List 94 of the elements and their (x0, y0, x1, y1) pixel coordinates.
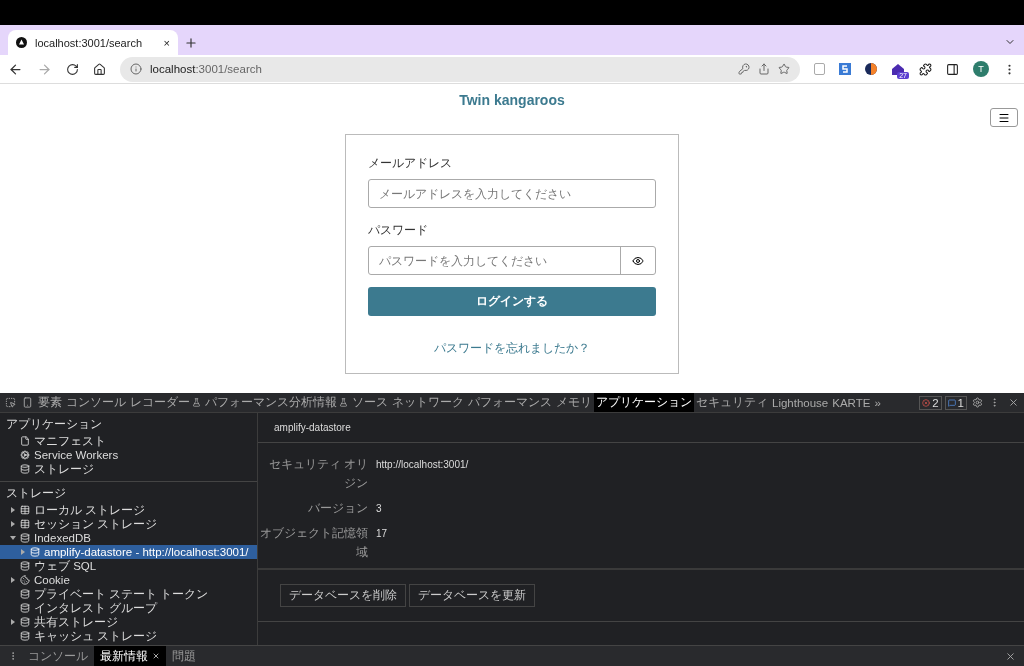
message-count[interactable]: 1 (944, 395, 967, 410)
bookmark-star-icon[interactable] (778, 63, 790, 75)
url-text: localhost:3001/search (150, 63, 262, 75)
sidebar-item[interactable]: amplify-datastore - http://localhost:3001/ (0, 545, 257, 559)
address-bar[interactable]: localhost:3001/search (120, 56, 800, 82)
menu-icon (998, 111, 1010, 124)
devtools-tab[interactable]: パフォーマンス分析情報 (203, 393, 350, 412)
field-value: http://localhost:3001/ (376, 458, 470, 472)
devtools-tab[interactable]: アプリケーション (594, 393, 694, 412)
browser-tab[interactable]: localhost:3001/search × (8, 30, 178, 55)
devtools-tab[interactable]: メモリ (554, 393, 594, 412)
table-icon (20, 519, 30, 529)
collapsed-arrow-icon[interactable] (10, 507, 16, 513)
devtools-tab[interactable]: 要素 (36, 393, 64, 412)
gears-icon (20, 450, 30, 460)
sidebar-item[interactable]: プライベート ステート トークン (0, 587, 257, 601)
back-icon[interactable] (8, 61, 23, 77)
database-icon (20, 617, 30, 627)
section-title: ストレージ (5, 486, 67, 501)
database-icon (20, 589, 30, 599)
message-icon (947, 398, 956, 407)
devtools-tab[interactable]: レコーダー (128, 393, 203, 412)
drawer-tab[interactable]: 最新情報 (94, 646, 166, 666)
menu-button[interactable] (990, 108, 1018, 127)
new-tab-icon[interactable] (184, 36, 198, 50)
collapsed-arrow-icon[interactable] (10, 521, 16, 527)
sidebar-item[interactable]: キャッシュ ストレージ (0, 629, 257, 643)
forgot-password-link[interactable]: パスワードを忘れましたか？ (434, 340, 590, 357)
database-icon (20, 533, 30, 543)
devtools-tab[interactable]: Lighthouse (770, 393, 831, 412)
devtools-tab[interactable]: コンソール (64, 393, 128, 412)
field-label: バージョン (307, 501, 368, 516)
extension-icon[interactable] (865, 63, 877, 75)
info-icon (130, 63, 142, 75)
sidebar-item[interactable]: マニフェスト (0, 434, 257, 448)
share-icon[interactable] (758, 63, 770, 75)
tab-title: localhost:3001/search (35, 36, 143, 49)
field-value: 3 (376, 502, 383, 516)
file-icon (20, 436, 30, 446)
error-icon (922, 398, 931, 407)
devtools-tab[interactable]: KARTE (830, 393, 873, 412)
collapsed-arrow-icon[interactable] (10, 619, 16, 625)
devtools-tab[interactable]: パフォーマンス (466, 393, 554, 412)
drawer-tab[interactable]: 問題 (166, 646, 202, 666)
error-count[interactable]: 2 (919, 395, 942, 410)
devtools-tab[interactable]: セキュリティ (694, 393, 770, 412)
close-tab-button[interactable]: × (163, 36, 170, 49)
home-icon[interactable] (93, 62, 106, 76)
flask-icon (192, 398, 201, 407)
database-button[interactable]: データベースを削除 (280, 584, 406, 607)
email-field[interactable]: メールアドレスを入力してください (368, 179, 656, 208)
devtools-tab[interactable]: ネットワーク (390, 393, 466, 412)
password-field[interactable]: パスワードを入力してください (368, 246, 656, 275)
email-label: メールアドレス (368, 155, 453, 172)
field-label: セキュリティ オリジン (267, 457, 368, 491)
drawer-tab[interactable]: コンソール (22, 646, 94, 666)
field-label: オブジェクト記憶領域 (259, 526, 368, 560)
key-icon[interactable] (738, 63, 750, 75)
close-icon[interactable] (152, 652, 160, 660)
sidebar-item[interactable]: Cookie (0, 573, 257, 587)
sidebar-item[interactable]: セッション ストレージ (0, 517, 257, 531)
login-button[interactable]: ログインする (368, 287, 656, 316)
expanded-arrow-icon[interactable] (10, 535, 16, 541)
sidebar-item[interactable]: ウェブ SQL (0, 559, 257, 573)
sidebar-item[interactable]: IndexedDB (0, 531, 257, 545)
password-label: パスワード (368, 222, 429, 239)
sidebar-item[interactable]: インタレスト グループ (0, 601, 257, 615)
sidebar-item[interactable]: Service Workers (0, 448, 257, 462)
database-icon (30, 547, 40, 557)
sidebar-item[interactable]: ストレージ (0, 462, 257, 476)
more-tabs-button[interactable]: » (872, 393, 883, 412)
eye-icon (632, 254, 644, 267)
collapsed-arrow-icon[interactable] (10, 577, 16, 583)
database-button[interactable]: データベースを更新 (409, 584, 535, 607)
database-icon (20, 464, 30, 474)
database-icon (20, 603, 30, 613)
devtools-tab[interactable]: ソース (350, 393, 390, 412)
reload-icon[interactable] (66, 62, 79, 76)
database-icon (20, 561, 30, 571)
field-value: 17 (376, 527, 389, 541)
sidebar-item[interactable]: ローカル ストレージ (0, 503, 257, 517)
site-title: Twin kangaroos (459, 92, 565, 108)
table-icon (20, 505, 30, 515)
flask-icon (339, 398, 348, 407)
puzzle-icon[interactable] (919, 62, 932, 76)
extension-icon[interactable] (891, 63, 905, 75)
sidebar-item[interactable]: 共有ストレージ (0, 615, 257, 629)
section-title: アプリケーション (5, 417, 103, 432)
side-panel-icon[interactable] (946, 62, 959, 76)
profile-avatar[interactable]: T (973, 61, 989, 77)
app-logo-icon (16, 37, 27, 48)
database-title: amplify-datastore (258, 413, 1024, 443)
database-icon (20, 631, 30, 641)
cookie-icon (20, 575, 30, 585)
